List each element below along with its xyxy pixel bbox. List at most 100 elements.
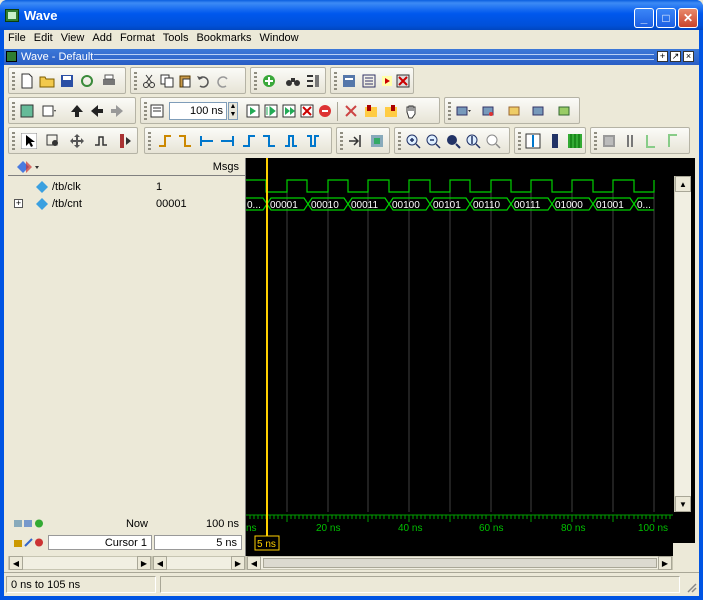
- menu-edit[interactable]: Edit: [30, 30, 57, 48]
- resize-grip-icon[interactable]: [685, 581, 697, 593]
- find-falling-edge-icon[interactable]: [177, 133, 193, 149]
- mode-3-icon[interactable]: [507, 103, 523, 119]
- toolbar-grip[interactable]: [148, 132, 151, 150]
- expand-edge-icon[interactable]: [283, 133, 299, 149]
- next-transition-icon[interactable]: [219, 133, 235, 149]
- menu-window[interactable]: Window: [256, 30, 303, 48]
- names-hscrollbar[interactable]: ◀ ▶: [8, 556, 152, 570]
- find-binoculars-icon[interactable]: [285, 73, 301, 89]
- zoom-cursor-icon[interactable]: [465, 133, 481, 149]
- title-bar[interactable]: Wave _ □ ✕: [0, 0, 703, 30]
- subwindow-title-bar[interactable]: Wave - Default + ↗ ×: [4, 49, 699, 65]
- add-icon[interactable]: [261, 73, 277, 89]
- subwindow-undock-icon[interactable]: ↗: [670, 51, 681, 62]
- menu-bookmarks[interactable]: Bookmarks: [192, 30, 255, 48]
- cursor-tools-icon[interactable]: [14, 518, 44, 529]
- format-logic-icon[interactable]: [623, 133, 639, 149]
- toolbar-grip[interactable]: [340, 132, 343, 150]
- stop-icon[interactable]: [317, 103, 333, 119]
- dataflow-icon[interactable]: [369, 133, 385, 149]
- find-rising-edge-icon[interactable]: [157, 133, 173, 149]
- scroll-right-button[interactable]: ▶: [137, 556, 151, 570]
- reload-icon[interactable]: [79, 73, 95, 89]
- cursor-lock-icon[interactable]: [14, 537, 44, 548]
- redo-icon[interactable]: [215, 73, 231, 89]
- pan-icon[interactable]: [69, 133, 85, 149]
- subwindow-grip[interactable]: [94, 54, 654, 60]
- hand-pan-icon[interactable]: [403, 103, 419, 119]
- left-arrow-icon[interactable]: [89, 103, 105, 119]
- expand-toggle-icon[interactable]: +: [14, 199, 23, 208]
- step-over-icon[interactable]: [363, 103, 379, 119]
- subwindow-dock-icon[interactable]: +: [657, 51, 668, 62]
- zoom-range-icon[interactable]: [485, 133, 501, 149]
- signal-row-cnt[interactable]: + /tb/cnt: [8, 196, 154, 212]
- step-dropdown-icon[interactable]: [41, 103, 57, 119]
- step-out-icon[interactable]: [383, 103, 399, 119]
- collapse-edge-icon[interactable]: [305, 133, 321, 149]
- waveform-canvas[interactable]: 0... 00001 00010 00011 00100 00101 00110…: [246, 158, 673, 512]
- zoom-in-icon[interactable]: [405, 133, 421, 149]
- cursor-name-field[interactable]: Cursor 1: [48, 535, 152, 550]
- close-button[interactable]: ✕: [678, 8, 698, 28]
- cut-icon[interactable]: [141, 73, 157, 89]
- mode-2-icon[interactable]: [481, 103, 497, 119]
- copy-icon[interactable]: [159, 73, 175, 89]
- run-length-icon[interactable]: [149, 103, 165, 119]
- prev-transition-icon[interactable]: [199, 133, 215, 149]
- scroll-left-button[interactable]: ◀: [9, 556, 23, 570]
- subwindow-close-icon[interactable]: ×: [683, 51, 694, 62]
- toolbar-grip[interactable]: [134, 72, 137, 90]
- minimize-button[interactable]: _: [634, 8, 654, 28]
- menu-file[interactable]: File: [4, 30, 30, 48]
- print-icon[interactable]: [101, 73, 117, 89]
- cursor-value-field[interactable]: 5 ns: [154, 535, 242, 550]
- toolbar-grip[interactable]: [448, 102, 451, 120]
- compile-icon[interactable]: [341, 73, 357, 89]
- add-cursor-icon[interactable]: [525, 133, 541, 149]
- zoom-box-icon[interactable]: [45, 133, 61, 149]
- properties-icon[interactable]: [305, 73, 321, 89]
- compile-all-icon[interactable]: [361, 73, 377, 89]
- run-icon[interactable]: [245, 103, 261, 119]
- up-arrow-icon[interactable]: [69, 103, 85, 119]
- scroll-left-button[interactable]: ◀: [247, 556, 261, 570]
- zoom-full-icon[interactable]: [445, 133, 461, 149]
- zoom-out-icon[interactable]: [425, 133, 441, 149]
- lock-cursor-icon[interactable]: [567, 133, 583, 149]
- toolbar-grip[interactable]: [594, 132, 597, 150]
- scroll-right-button[interactable]: ▶: [231, 556, 245, 570]
- menu-add[interactable]: Add: [88, 30, 116, 48]
- mode-4-icon[interactable]: [531, 103, 547, 119]
- prev-edge-icon[interactable]: [241, 133, 257, 149]
- simulate-icon[interactable]: [379, 73, 395, 89]
- toolbar-grip[interactable]: [518, 132, 521, 150]
- format-event-icon[interactable]: [643, 133, 659, 149]
- zoom-select-icon[interactable]: [19, 103, 35, 119]
- toolbar-grip[interactable]: [254, 72, 257, 90]
- mode-1-icon[interactable]: [455, 103, 471, 119]
- break-run-icon[interactable]: [299, 103, 315, 119]
- timeline-pane[interactable]: ns 20 ns 40 ns 60 ns 80 ns 100 ns 5 ns: [246, 512, 673, 558]
- break-icon[interactable]: [395, 73, 411, 89]
- paste-icon[interactable]: [177, 73, 193, 89]
- scroll-left-button[interactable]: ◀: [153, 556, 167, 570]
- signal-row-clk[interactable]: /tb/clk: [8, 179, 154, 195]
- continue-run-icon[interactable]: [263, 103, 279, 119]
- run-length-input[interactable]: 100 ns: [169, 102, 227, 120]
- values-hscrollbar[interactable]: ◀ ▶: [152, 556, 246, 570]
- step-icon[interactable]: [343, 103, 359, 119]
- scroll-down-button[interactable]: ▼: [675, 496, 691, 512]
- delete-cursor-icon[interactable]: [547, 133, 563, 149]
- save-icon[interactable]: [59, 73, 75, 89]
- open-folder-icon[interactable]: [39, 73, 55, 89]
- stop-signal-icon[interactable]: [117, 133, 133, 149]
- scroll-up-button[interactable]: ▲: [675, 176, 691, 192]
- waveform-pane[interactable]: 0... 00001 00010 00011 00100 00101 00110…: [246, 158, 673, 512]
- toolbar-grip[interactable]: [144, 102, 147, 120]
- edit-wave-icon[interactable]: [93, 133, 109, 149]
- toolbar-grip[interactable]: [12, 102, 15, 120]
- select-pointer-icon[interactable]: [21, 133, 37, 149]
- toolbar-grip[interactable]: [12, 132, 15, 150]
- menu-view[interactable]: View: [57, 30, 89, 48]
